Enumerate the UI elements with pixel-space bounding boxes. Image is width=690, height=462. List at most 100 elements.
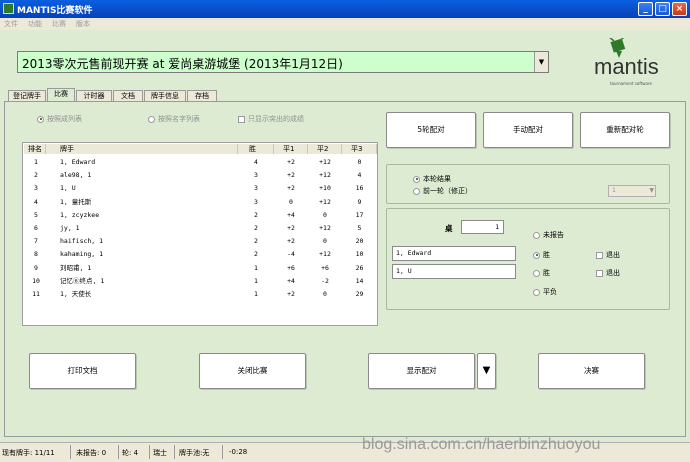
menu-version[interactable]: 版本 — [76, 19, 90, 29]
round-number-select[interactable]: 1 ▼ — [608, 185, 656, 197]
player2-drop-checkbox[interactable]: 退出 — [596, 268, 620, 278]
status-pool: 牌手池:无 — [179, 449, 210, 457]
table-row[interactable]: 1 1, Edward 4 +2 +12 0 — [23, 156, 377, 168]
player1-field: 1, Edward — [392, 246, 516, 261]
round-number-value: 1 — [612, 187, 616, 194]
checkbox-icon — [596, 251, 603, 259]
minimize-button[interactable]: _ — [638, 2, 653, 16]
chevron-down-icon: ▼ — [649, 187, 654, 194]
table-row[interactable]: 7 haifisch, 1 2 +2 0 20 — [23, 235, 377, 247]
column-header-tb3[interactable]: 平3 — [342, 144, 377, 154]
cell-wins: 1 — [254, 276, 258, 285]
column-header-player[interactable]: 牌手 — [46, 144, 238, 154]
radio-icon — [533, 288, 540, 296]
table-row[interactable]: 3 1, U 3 +2 +10 16 — [23, 182, 377, 194]
mantis-logo: mantis tournament software — [588, 34, 660, 90]
cell-rank: 4 — [34, 197, 38, 206]
player1-win-radio[interactable]: 胜 — [533, 250, 550, 260]
print-documents-button[interactable]: 打印文档 — [29, 353, 136, 389]
cell-wins: 2 — [254, 224, 258, 232]
cell-rank: 9 — [34, 263, 38, 272]
close-button[interactable]: × — [672, 2, 687, 16]
current-round-label: 本轮结果 — [423, 175, 451, 183]
cell-tb1: +6 — [287, 263, 295, 272]
cell-tb3: 9 — [357, 197, 362, 206]
current-round-radio[interactable]: 本轮结果 — [413, 174, 451, 184]
menu-event[interactable]: 比赛 — [52, 19, 66, 29]
finals-button[interactable]: 决赛 — [538, 353, 645, 389]
cell-tb2: 0 — [323, 290, 327, 298]
player2-drop-label: 退出 — [606, 269, 620, 277]
cell-tb2: 0 — [323, 210, 327, 219]
column-header-tb1[interactable]: 平1 — [274, 144, 308, 154]
player1-drop-checkbox[interactable]: 退出 — [596, 250, 620, 260]
player1-win-label: 胜 — [543, 251, 550, 259]
status-unreported: 未报告: 0 — [76, 449, 107, 457]
column-header-tb2[interactable]: 平2 — [308, 144, 342, 154]
cell-player: haifisch, 1 — [60, 237, 104, 246]
event-select-value: 2013零次元售前现开赛 at 爱尚桌游城堡 (2013年1月12日) — [22, 57, 343, 71]
manual-pairing-button[interactable]: 手动配对 — [483, 112, 573, 148]
cell-tb1: +2 — [287, 290, 295, 298]
cell-tb1: +2 — [287, 184, 295, 193]
cell-wins: 3 — [254, 171, 258, 180]
column-header-wins[interactable]: 胜 — [238, 144, 274, 154]
swiss-pairing-button[interactable]: 5轮配对 — [386, 112, 476, 148]
status-timer: -0:28 — [229, 448, 248, 456]
show-pairings-menu-button[interactable]: ▼ — [477, 353, 496, 389]
table-row[interactable]: 6 jy, 1 2 +2 +12 5 — [23, 222, 377, 234]
table-row[interactable]: 8 kahaming, 1 2 -4 +12 10 — [23, 248, 377, 260]
table-number-label: 桌 — [445, 224, 453, 233]
cell-tb1: +2 — [287, 224, 295, 232]
table-row[interactable]: 2 ale98, 1 3 +2 +12 4 — [23, 169, 377, 181]
cell-rank: 7 — [34, 237, 38, 246]
previous-round-label: 前一轮（修正） — [423, 187, 472, 195]
watermark: blog.sina.com.cn/haerbinzhuoyou — [362, 436, 601, 453]
table-number-input[interactable]: 1 — [461, 220, 504, 234]
column-header-rank[interactable]: 排名 — [24, 144, 46, 154]
cell-player: 1, U — [60, 184, 76, 193]
tab-tournament[interactable]: 比赛 — [47, 88, 75, 102]
show-pairings-button[interactable]: 显示配对 — [368, 353, 475, 389]
cell-tb1: +2 — [287, 158, 295, 166]
cell-player: ale98, 1 — [60, 171, 92, 180]
table-row[interactable]: 11 1, 天使长 1 +2 0 29 — [23, 288, 377, 300]
event-select[interactable]: 2013零次元售前现开赛 at 爱尚桌游城堡 (2013年1月12日) ▼ — [17, 51, 549, 73]
cell-rank: 2 — [34, 171, 38, 180]
draw-radio[interactable]: 平负 — [533, 287, 557, 297]
maximize-button[interactable]: □ — [655, 2, 670, 16]
table-row[interactable]: 9 刘昭甫, 1 1 +6 +6 26 — [23, 262, 377, 274]
cell-player: 1, Edward — [60, 158, 96, 166]
view-by-rank-radio[interactable]: 按照成列表 — [37, 114, 82, 124]
not-reported-radio[interactable]: 未报告 — [533, 230, 564, 240]
player2-win-radio[interactable]: 胜 — [533, 268, 550, 278]
main-panel: 2013零次元售前现开赛 at 爱尚桌游城堡 (2013年1月12日) ▼ ma… — [0, 30, 690, 442]
close-event-button[interactable]: 关闭比赛 — [199, 353, 306, 389]
hide-dropped-label: 只显示突出的成绩 — [248, 115, 304, 123]
menu-file[interactable]: 文件 — [4, 19, 18, 29]
status-separator — [174, 445, 175, 459]
radio-icon — [413, 175, 420, 183]
cell-tb2: +12 — [319, 171, 331, 180]
status-players: 现有牌手: 11/11 — [2, 449, 55, 457]
repair-round-button[interactable]: 重新配对轮 — [580, 112, 670, 148]
table-row[interactable]: 10 记忆⑥终点, 1 1 +4 -2 14 — [23, 275, 377, 287]
cell-tb1: +2 — [287, 237, 295, 246]
status-separator — [149, 445, 150, 459]
cell-tb3: 26 — [355, 263, 364, 272]
standings-rows: 1 1, Edward 4 +2 +12 0 2 ale98, 1 3 +2 +12 4 3 1, U 3 +… — [23, 156, 377, 312]
standings-table: 排名 牌手 胜 平1 平2 平3 1 1, Edward 4 +2 +12 0 2 ale98… — [22, 142, 378, 326]
cell-tb3: 17 — [355, 210, 364, 219]
hide-dropped-checkbox[interactable]: 只显示突出的成绩 — [238, 114, 304, 124]
cell-wins: 2 — [254, 250, 258, 259]
cell-tb1: 0 — [289, 197, 293, 206]
menu-function[interactable]: 功能 — [28, 19, 42, 29]
chevron-down-icon[interactable]: ▼ — [534, 52, 548, 72]
view-by-name-radio[interactable]: 按照名字列表 — [148, 114, 200, 124]
cell-tb2: +12 — [319, 224, 331, 232]
player2-win-label: 胜 — [543, 269, 550, 277]
table-row[interactable]: 4 1, 童托斯 3 0 +12 9 — [23, 196, 377, 208]
previous-round-radio[interactable]: 前一轮（修正） — [413, 186, 472, 196]
view-by-rank-label: 按照成列表 — [47, 115, 82, 123]
table-row[interactable]: 5 1, zcyzkee 2 +4 0 17 — [23, 209, 377, 221]
